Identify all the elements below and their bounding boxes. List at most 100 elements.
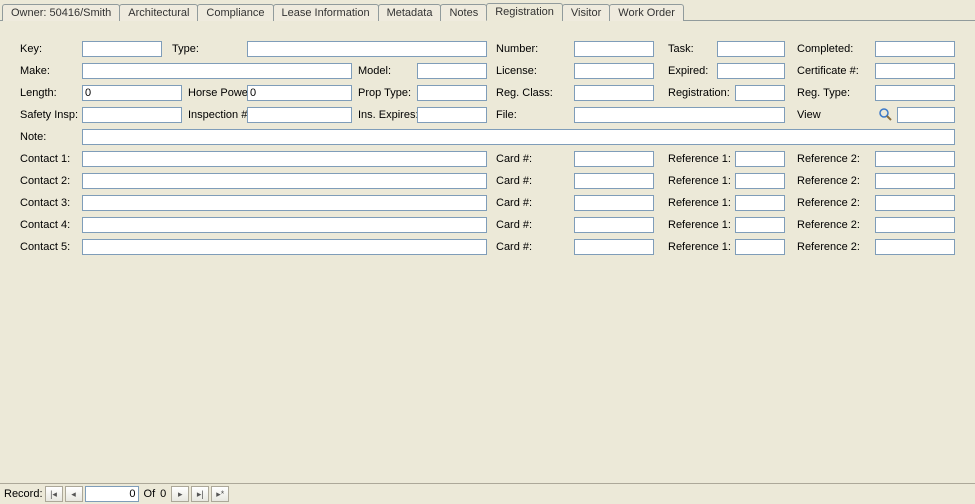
label-contact2: Contact 2:	[20, 175, 70, 187]
label-ref1-2: Reference 1:	[668, 175, 731, 187]
label-key: Key:	[20, 43, 42, 55]
record-total: 0	[160, 488, 166, 500]
label-ref2-1: Reference 2:	[797, 153, 860, 165]
input-card3[interactable]	[574, 195, 654, 211]
nav-new-button[interactable]: ▸*	[211, 486, 229, 502]
label-insexp: Ins. Expires:	[358, 109, 419, 121]
input-card4[interactable]	[574, 217, 654, 233]
input-contact1[interactable]	[82, 151, 487, 167]
input-type[interactable]	[247, 41, 487, 57]
tab-work-order[interactable]: Work Order	[609, 4, 684, 21]
input-expired[interactable]	[717, 63, 785, 79]
tab-visitor[interactable]: Visitor	[562, 4, 610, 21]
input-ref1-3[interactable]	[735, 195, 785, 211]
label-length: Length:	[20, 87, 57, 99]
input-ref1-1[interactable]	[735, 151, 785, 167]
record-current-input[interactable]	[85, 486, 139, 502]
input-card2[interactable]	[574, 173, 654, 189]
input-license[interactable]	[574, 63, 654, 79]
label-contact3: Contact 3:	[20, 197, 70, 209]
view-button[interactable]	[877, 106, 893, 122]
input-number[interactable]	[574, 41, 654, 57]
input-view[interactable]	[897, 107, 955, 123]
label-number: Number:	[496, 43, 538, 55]
input-regclass[interactable]	[574, 85, 654, 101]
input-note[interactable]	[82, 129, 955, 145]
input-ref2-5[interactable]	[875, 239, 955, 255]
label-ref2-2: Reference 2:	[797, 175, 860, 187]
input-contact4[interactable]	[82, 217, 487, 233]
input-model[interactable]	[417, 63, 487, 79]
tab-owner[interactable]: Owner: 50416/Smith	[2, 4, 120, 21]
label-card5: Card #:	[496, 241, 532, 253]
nav-first-icon: |◂	[50, 489, 57, 500]
form-content: Key: Type: Number: Task: Completed: Make…	[0, 21, 975, 485]
input-card1[interactable]	[574, 151, 654, 167]
label-ref1-1: Reference 1:	[668, 153, 731, 165]
label-ref1-5: Reference 1:	[668, 241, 731, 253]
nav-next-button[interactable]: ▸	[171, 486, 189, 502]
input-contact2[interactable]	[82, 173, 487, 189]
nav-prev-icon: ◂	[71, 489, 76, 500]
tab-bar: Owner: 50416/Smith Architectural Complia…	[0, 0, 975, 21]
label-regclass: Reg. Class:	[496, 87, 553, 99]
input-proptype[interactable]	[417, 85, 487, 101]
label-regtype: Reg. Type:	[797, 87, 850, 99]
input-key[interactable]	[82, 41, 162, 57]
input-contact3[interactable]	[82, 195, 487, 211]
input-ref2-4[interactable]	[875, 217, 955, 233]
label-contact5: Contact 5:	[20, 241, 70, 253]
label-ref2-5: Reference 2:	[797, 241, 860, 253]
nav-new-icon: ▸*	[216, 489, 224, 500]
label-model: Model:	[358, 65, 391, 77]
tab-registration[interactable]: Registration	[486, 3, 563, 21]
label-inspection: Inspection #:	[188, 109, 250, 121]
label-proptype: Prop Type:	[358, 87, 411, 99]
input-make[interactable]	[82, 63, 352, 79]
tab-lease-information[interactable]: Lease Information	[273, 4, 379, 21]
input-ref2-3[interactable]	[875, 195, 955, 211]
input-ref2-2[interactable]	[875, 173, 955, 189]
input-safety[interactable]	[82, 107, 182, 123]
input-insexp[interactable]	[417, 107, 487, 123]
nav-last-icon: ▸|	[197, 489, 204, 500]
tab-metadata[interactable]: Metadata	[378, 4, 442, 21]
label-ref2-3: Reference 2:	[797, 197, 860, 209]
label-ref1-3: Reference 1:	[668, 197, 731, 209]
label-make: Make:	[20, 65, 50, 77]
input-file[interactable]	[574, 107, 785, 123]
input-contact5[interactable]	[82, 239, 487, 255]
label-card1: Card #:	[496, 153, 532, 165]
label-card3: Card #:	[496, 197, 532, 209]
input-card5[interactable]	[574, 239, 654, 255]
label-contact4: Contact 4:	[20, 219, 70, 231]
input-completed[interactable]	[875, 41, 955, 57]
label-expired: Expired:	[668, 65, 708, 77]
nav-last-button[interactable]: ▸|	[191, 486, 209, 502]
label-file: File:	[496, 109, 517, 121]
nav-first-button[interactable]: |◂	[45, 486, 63, 502]
input-hp[interactable]	[247, 85, 352, 101]
label-license: License:	[496, 65, 537, 77]
input-ref1-4[interactable]	[735, 217, 785, 233]
record-navigator: Record: |◂ ◂ Of 0 ▸ ▸| ▸*	[0, 483, 975, 504]
input-regtype[interactable]	[875, 85, 955, 101]
label-safety: Safety Insp:	[20, 109, 78, 121]
input-ref1-5[interactable]	[735, 239, 785, 255]
input-ref2-1[interactable]	[875, 151, 955, 167]
input-registration[interactable]	[735, 85, 785, 101]
input-length[interactable]	[82, 85, 182, 101]
record-label: Record:	[4, 488, 43, 500]
tab-architectural[interactable]: Architectural	[119, 4, 198, 21]
tab-compliance[interactable]: Compliance	[197, 4, 273, 21]
tab-notes[interactable]: Notes	[440, 4, 487, 21]
label-task: Task:	[668, 43, 694, 55]
nav-prev-button[interactable]: ◂	[65, 486, 83, 502]
input-task[interactable]	[717, 41, 785, 57]
input-inspection[interactable]	[247, 107, 352, 123]
magnifier-icon	[878, 107, 892, 121]
input-certificate[interactable]	[875, 63, 955, 79]
label-type: Type:	[172, 43, 199, 55]
input-ref1-2[interactable]	[735, 173, 785, 189]
label-hp: Horse Power:	[188, 87, 255, 99]
